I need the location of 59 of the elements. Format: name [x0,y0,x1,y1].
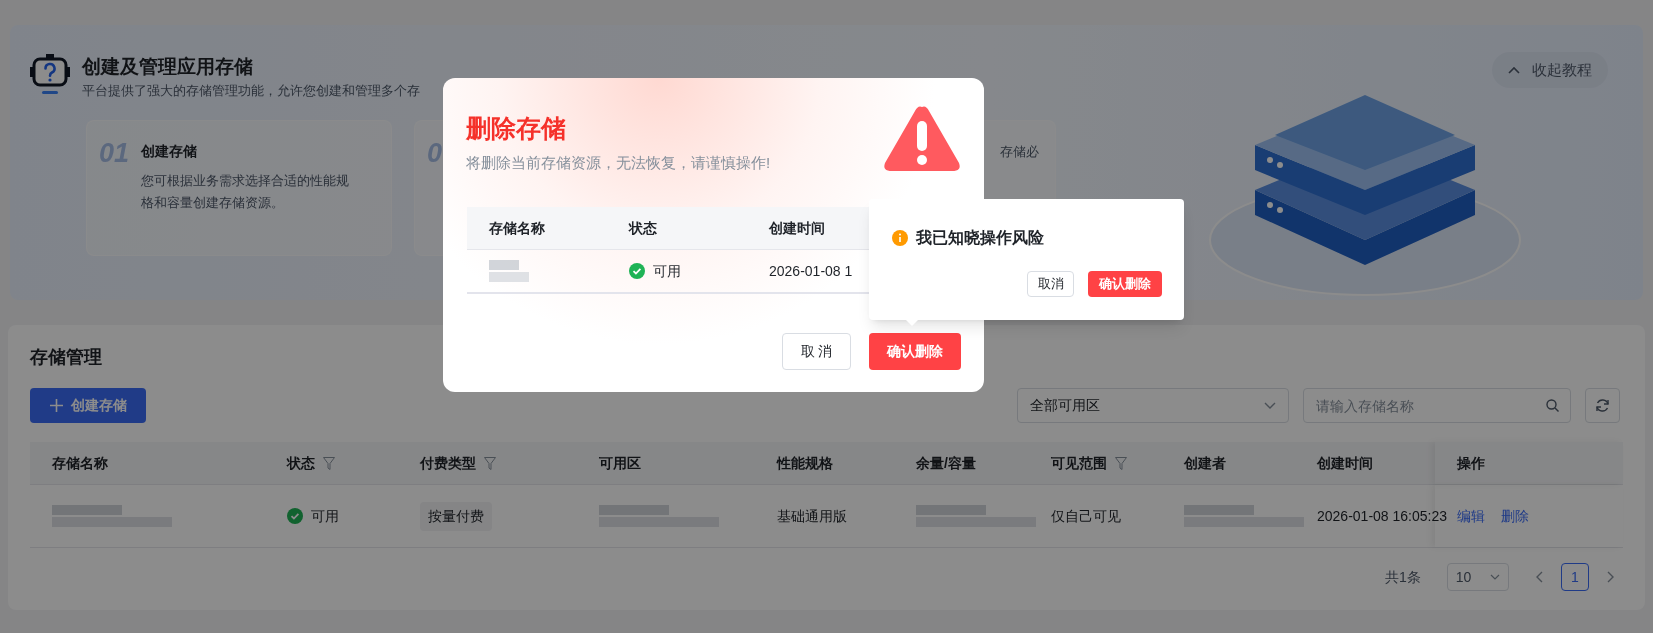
column-header: 创建时间 [1317,453,1373,473]
check-circle-icon [287,508,303,524]
refresh-button[interactable] [1585,388,1620,423]
table-cell-text: 2026-01-08 16:05:23 [1317,506,1447,526]
column-header: 存储名称 [489,218,545,238]
page-size-select[interactable]: 10 [1446,563,1509,591]
chevron-up-icon [1508,66,1520,74]
table-cell-text: 仅自己可见 [1051,506,1121,526]
column-header: 状态 [629,218,657,238]
column-header: 存储名称 [52,453,108,473]
table-cell-text: 2026-01-08 1 [769,261,853,281]
status-text: 可用 [653,261,681,281]
action-link[interactable]: 删除 [1501,505,1529,527]
column-header: 创建者 [1184,453,1226,473]
blurred-value [489,260,529,282]
column-header: 操作 [1457,453,1485,473]
next-page-icon[interactable] [1606,571,1615,583]
column-header: 创建时间 [769,218,825,238]
filter-icon[interactable] [1115,456,1127,470]
cancel-button[interactable]: 取 消 [782,333,851,370]
search-field[interactable]: 请输入存储名称 [1303,388,1571,423]
zone-select[interactable]: 全部可用区 [1017,388,1289,423]
total-count: 共1条 [1385,567,1421,587]
status-text: 可用 [311,506,339,526]
column-header: 付费类型 [420,453,476,473]
step-description: 存储必 [1000,143,1039,161]
chevron-down-icon [1264,401,1276,410]
step-description: 您可根据业务需求选择合适的性能规格和容量创建存储资源。 [141,172,351,212]
confirm-delete-button[interactable]: 确认删除 [869,333,961,370]
dialog-title: 删除存储 [466,113,566,144]
column-header: 状态 [287,453,315,473]
previous-page-icon[interactable] [1534,571,1543,583]
column-header: 可用区 [599,453,641,473]
collapse-tutorial-button[interactable]: 收起教程 [1492,52,1608,88]
chevron-down-icon [1489,574,1500,580]
filter-icon[interactable] [323,456,335,470]
dialog-subtitle: 将删除当前存储资源，无法恢复，请谨慎操作! [466,153,771,173]
check-circle-icon [629,263,645,279]
filter-icon[interactable] [484,456,496,470]
action-link[interactable]: 编辑 [1457,505,1485,527]
panel-title: 存储管理 [30,346,102,369]
refresh-icon [1595,398,1610,413]
popover-message: 我已知晓操作风险 [916,228,1044,248]
page-button[interactable]: 1 [1560,563,1589,591]
create-storage-button[interactable]: 创建存储 [30,388,146,423]
step-title: 创建存储 [141,142,199,161]
column-header: 余量/容量 [916,453,976,473]
help-icon [30,53,70,97]
info-icon [892,230,908,246]
banner-title: 创建及管理应用存储 [82,55,254,79]
column-header: 性能规格 [777,453,833,473]
popover-confirm-button[interactable]: 确认删除 [1088,271,1162,297]
billing-tag: 按量付费 [420,501,492,531]
popover-cancel-button[interactable]: 取消 [1027,271,1074,297]
plus-icon [49,399,63,412]
column-header: 可见范围 [1051,453,1107,473]
table-cell-text: 基础通用版 [777,506,847,526]
search-icon [1546,399,1559,412]
banner-description: 平台提供了强大的存储管理功能，允许您创建和管理多个存 [82,82,420,100]
